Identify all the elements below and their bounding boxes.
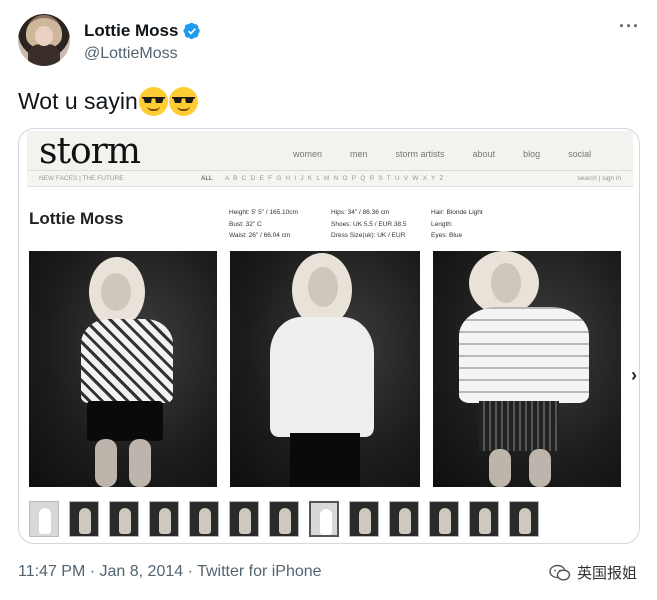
subnav-search-signin: search | sign in	[577, 175, 621, 182]
site-nav: women men storm artists about blog socia…	[293, 149, 591, 159]
site-header: storm women men storm artists about blog…	[27, 131, 633, 172]
thumbnail[interactable]	[69, 501, 99, 537]
stats-column-1: Height: 5' 5" / 165.10cm Bust: 32" C Wai…	[229, 207, 298, 242]
sunglasses-emoji-icon	[138, 87, 168, 116]
stat-eyes: Eyes: Blue	[431, 232, 463, 239]
nav-item-about: about	[472, 149, 496, 159]
nav-item-blog: blog	[523, 149, 541, 159]
watermark: 英国报姐	[549, 562, 637, 583]
model-photo-2	[230, 251, 420, 487]
stat-hair: Hair: Blonde Light	[431, 209, 483, 216]
thumbnail[interactable]	[269, 501, 299, 537]
sunglasses-emoji-icon	[168, 87, 198, 116]
stat-length: Length:	[431, 220, 453, 228]
thumbnail-selected[interactable]	[309, 501, 339, 537]
tweet-timestamp-source[interactable]: 11:47 PM · Jan 8, 2014 · Twitter for iPh…	[18, 563, 322, 581]
verified-badge-icon	[183, 22, 201, 40]
thumbnail[interactable]	[389, 501, 419, 537]
model-name: Lottie Moss	[29, 209, 124, 228]
name-row: Lottie Moss	[84, 21, 201, 41]
tweet-media-image[interactable]: storm women men storm artists about blog…	[18, 128, 640, 544]
nav-item-women: women	[293, 149, 323, 159]
nav-item-men: men	[350, 149, 368, 159]
thumbnail[interactable]	[29, 501, 59, 537]
display-name[interactable]: Lottie Moss	[84, 21, 178, 41]
more-options-icon[interactable]: ···	[619, 16, 640, 37]
stat-bust: Bust: 32" C	[229, 220, 262, 228]
wechat-icon	[549, 564, 571, 581]
stats-column-3: Hair: Blonde Light Length: Eyes: Blue	[431, 207, 483, 242]
model-photo-3	[433, 251, 621, 487]
nav-item-storm-artists: storm artists	[395, 149, 445, 159]
thumbnail[interactable]	[469, 501, 499, 537]
thumbnail[interactable]	[509, 501, 539, 537]
thumbnail-strip	[29, 501, 539, 537]
tweet-text: Wot u sayin	[18, 87, 198, 116]
stat-shoes: Shoes: UK 5.5 / EUR 38.5	[331, 220, 407, 228]
stat-height: Height: 5' 5" / 165.10cm	[229, 209, 298, 216]
thumbnail[interactable]	[349, 501, 379, 537]
tweet-header: Lottie Moss @LottieMoss ···	[18, 14, 640, 68]
watermark-text: 英国报姐	[576, 565, 637, 582]
handle[interactable]: @LottieMoss	[84, 45, 178, 63]
thumbnail[interactable]	[229, 501, 259, 537]
avatar[interactable]	[18, 14, 70, 66]
nav-item-social: social	[568, 149, 592, 159]
stats-column-2: Hips: 34" / 86.36 cm Shoes: UK 5.5 / EUR…	[331, 207, 407, 242]
thumbnail[interactable]	[149, 501, 179, 537]
stat-hips: Hips: 34" / 86.36 cm	[331, 209, 390, 216]
thumbnail[interactable]	[429, 501, 459, 537]
stat-waist: Waist: 26" / 66.04 cm	[229, 232, 291, 239]
subnav-new-faces: NEW FACES | THE FUTURE	[39, 175, 124, 182]
stat-dress-size: Dress Size(uk): UK / EUR	[331, 232, 406, 239]
tweet-text-content: Wot u sayin	[18, 88, 138, 114]
next-arrow-icon[interactable]: ›	[631, 365, 637, 386]
thumbnail[interactable]	[109, 501, 139, 537]
site-subnav: NEW FACES | THE FUTURE ALL A B C D E F G…	[27, 171, 633, 187]
storm-logo: storm	[39, 131, 141, 172]
subnav-alphabet: A B C D E F G H I J K L M N O P Q R S T …	[225, 175, 445, 182]
model-photo-1	[29, 251, 217, 487]
thumbnail[interactable]	[189, 501, 219, 537]
subnav-all: ALL	[201, 175, 213, 182]
